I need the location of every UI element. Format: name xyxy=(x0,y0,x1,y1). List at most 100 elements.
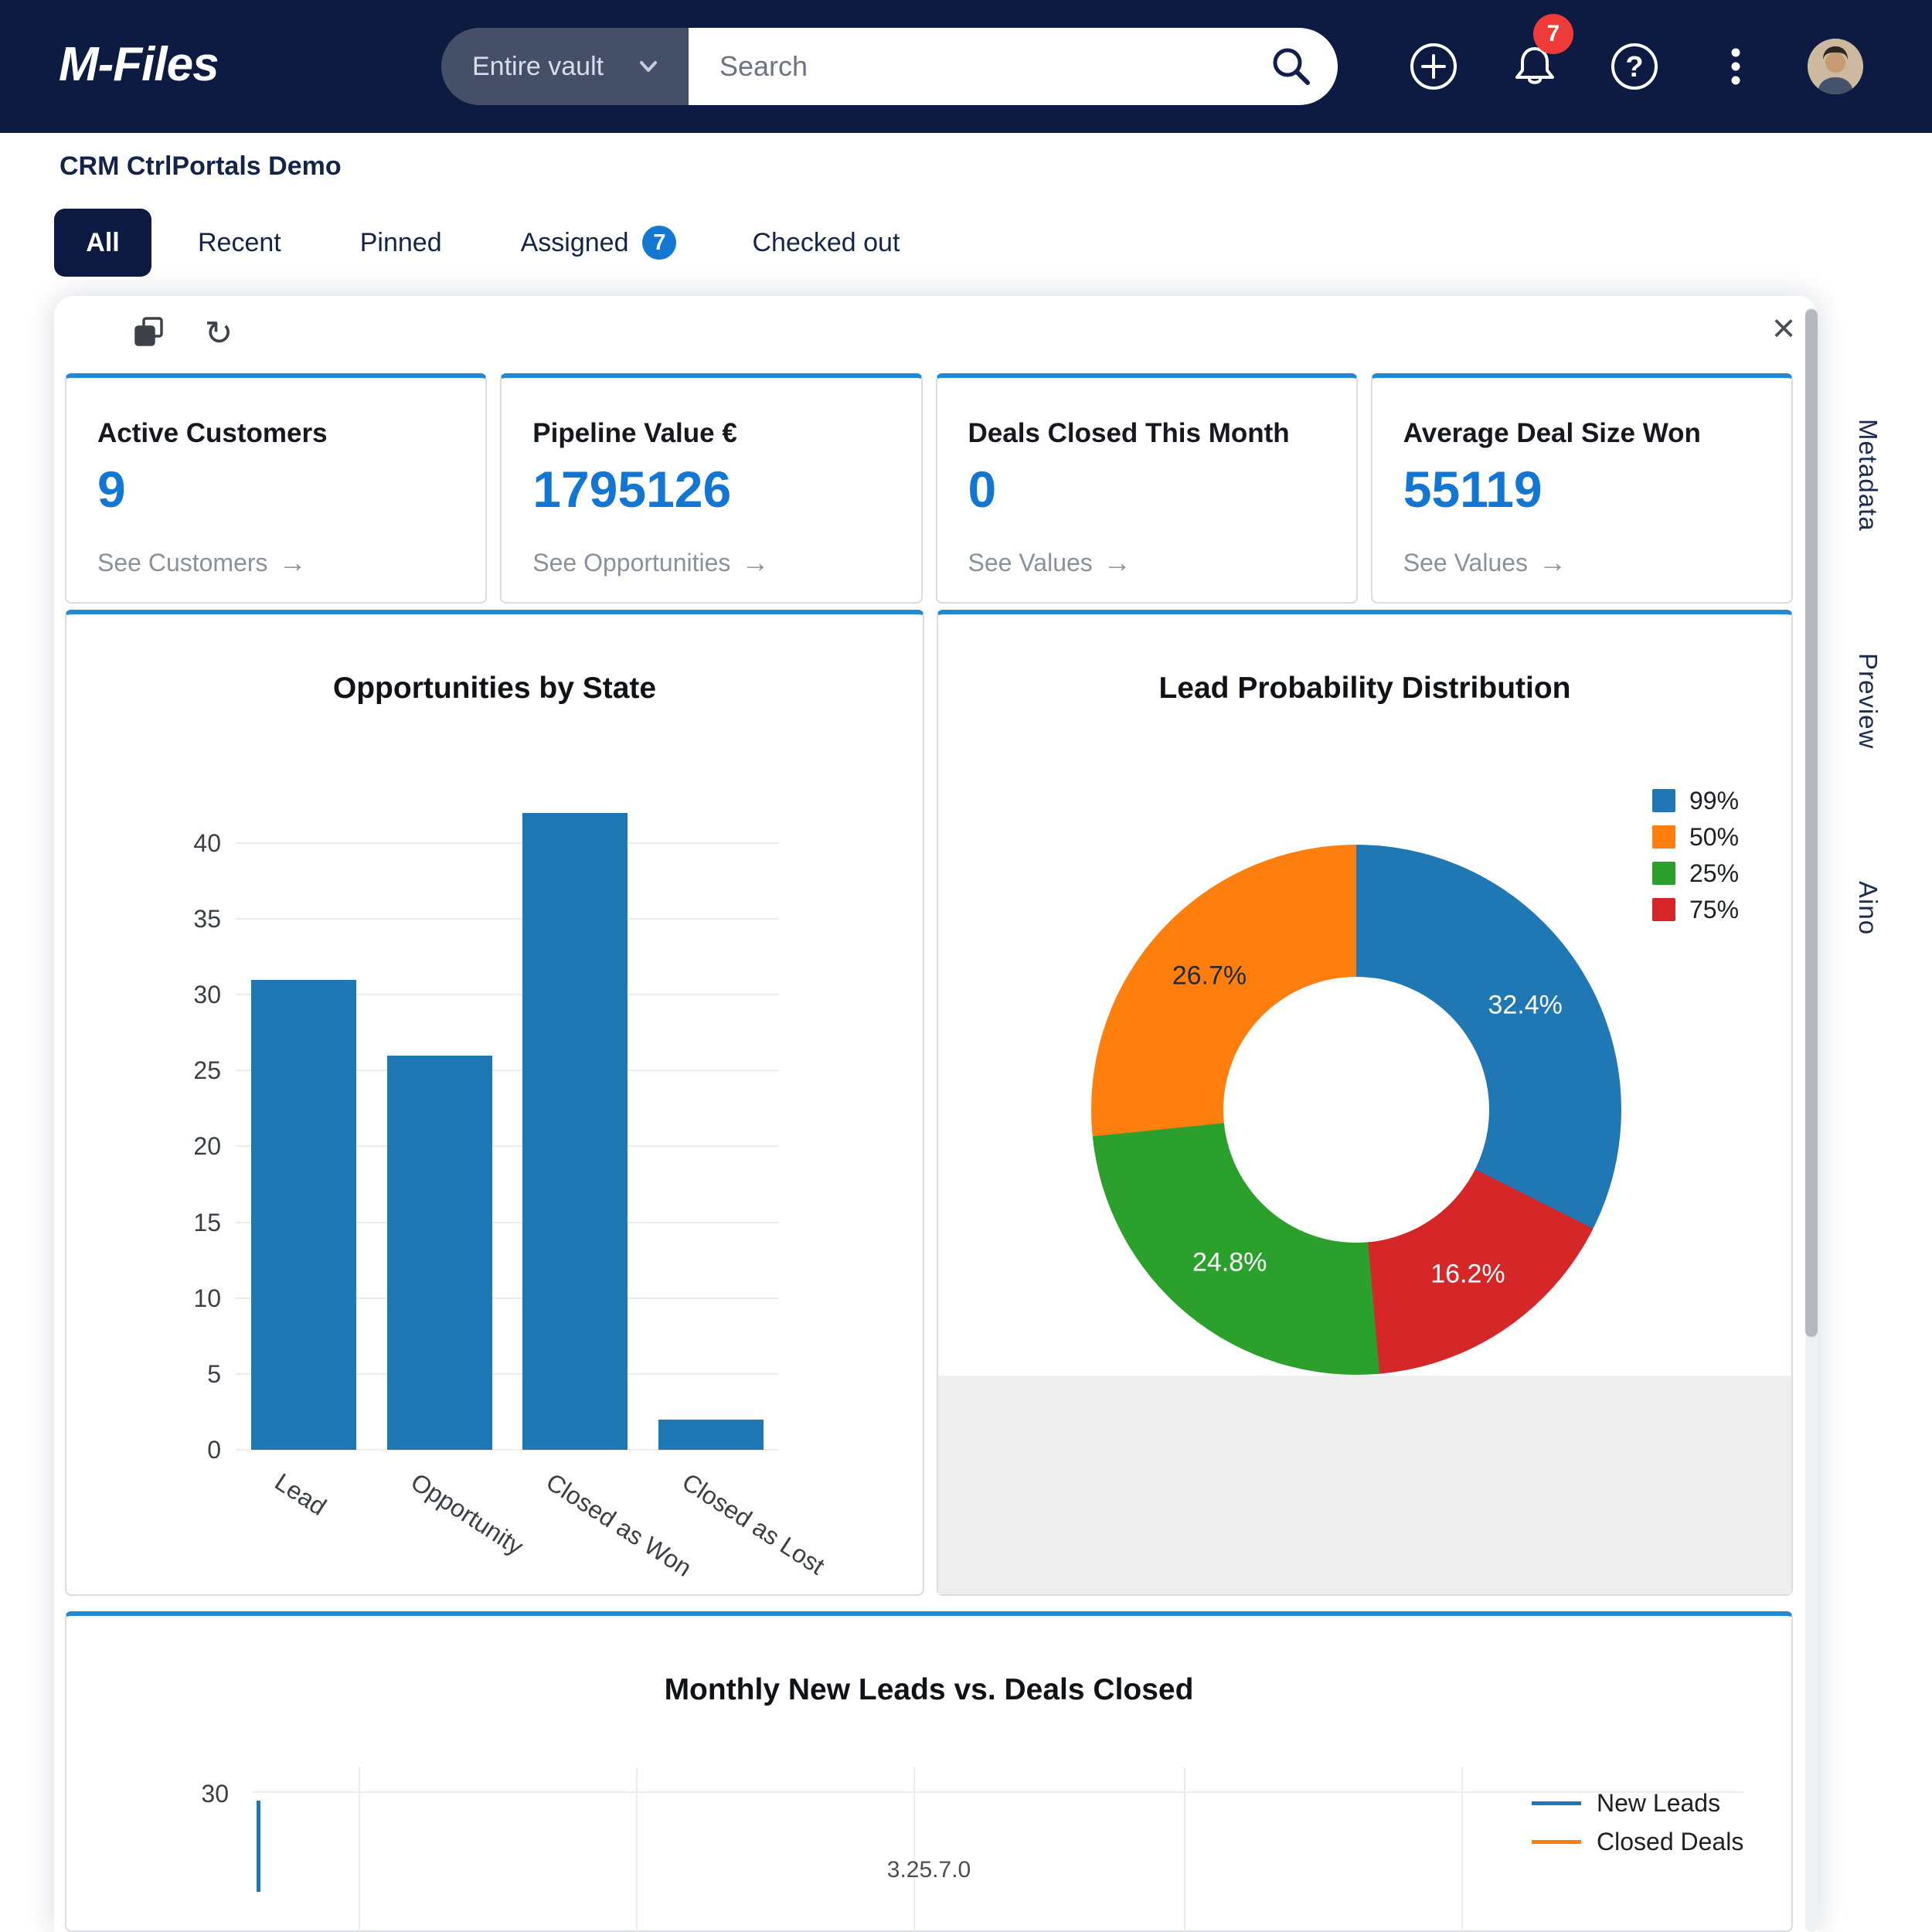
kpi-card-deals-closed: Deals Closed This Month 0 See Values→ xyxy=(936,373,1358,604)
scrollbar-thumb[interactable] xyxy=(1805,309,1818,1337)
search-bar: Entire vault xyxy=(441,28,1338,105)
tab-assigned[interactable]: Assigned 7 xyxy=(521,226,677,260)
x-tick-label: Opportunity xyxy=(405,1468,528,1561)
slice-label-25%: 24.8% xyxy=(1192,1248,1267,1278)
legend-item: 50% xyxy=(1652,822,1739,852)
panel-footer-strip xyxy=(938,1376,1791,1594)
bar-opportunity xyxy=(387,1056,492,1450)
legend-swatch xyxy=(1652,789,1675,812)
tab-label: Checked out xyxy=(752,228,900,258)
v-gridline xyxy=(636,1767,638,1932)
legend-swatch xyxy=(1652,898,1675,921)
y-tick-label: 35 xyxy=(144,903,221,934)
kpi-value: 1795126 xyxy=(532,460,920,519)
slice-label-75%: 16.2% xyxy=(1430,1259,1505,1289)
y-tick-label: 5 xyxy=(144,1359,221,1389)
x-tick-label: Closed as Lost xyxy=(677,1468,830,1580)
popout-button[interactable] xyxy=(130,315,168,353)
legend-line-swatch xyxy=(1532,1840,1581,1844)
v-gridline xyxy=(359,1767,360,1932)
kpi-title: Active Customers xyxy=(97,418,485,449)
svg-text:?: ? xyxy=(1625,51,1643,83)
close-icon: × xyxy=(1772,306,1795,351)
donut-hole xyxy=(1223,977,1489,1243)
dashboard-card: ↻ × Active Customers 9 See Customers→ Pi… xyxy=(54,296,1818,1932)
kpi-link-label: See Opportunities xyxy=(532,549,730,577)
y-tick-label: 10 xyxy=(144,1283,221,1314)
close-dashboard-button[interactable]: × xyxy=(1762,307,1805,350)
legend-label: 75% xyxy=(1689,896,1739,924)
chevron-down-icon xyxy=(634,53,662,80)
create-new-button[interactable] xyxy=(1408,41,1459,92)
refresh-button[interactable]: ↻ xyxy=(199,315,238,353)
kpi-card-active-customers: Active Customers 9 See Customers→ xyxy=(65,373,487,604)
donut: 32.4%16.2%24.8%26.7% xyxy=(1091,845,1621,1375)
kpi-row: Active Customers 9 See Customers→ Pipeli… xyxy=(65,373,1793,604)
legend-item: New Leads xyxy=(1532,1787,1743,1818)
side-tab-metadata[interactable]: Metadata xyxy=(1853,419,1883,532)
tab-label: Assigned xyxy=(521,228,629,258)
side-tab-preview[interactable]: Preview xyxy=(1853,653,1883,749)
kpi-link[interactable]: See Customers → xyxy=(97,546,485,579)
kpi-value: 0 xyxy=(968,460,1356,519)
arrow-right-icon: → xyxy=(741,546,769,579)
h-gridline xyxy=(252,1791,1743,1793)
bar-lead xyxy=(251,980,356,1450)
mfiles-logo: M-Files xyxy=(59,37,219,92)
topbar: M-Files Entire vault 7 ? xyxy=(0,0,1932,133)
kpi-link[interactable]: See Values→ xyxy=(1403,546,1791,579)
kpi-link[interactable]: See Opportunities → xyxy=(532,546,920,579)
kpi-link[interactable]: See Values→ xyxy=(968,546,1356,579)
v-gridline xyxy=(1461,1767,1463,1932)
assigned-count-badge: 7 xyxy=(642,226,676,260)
slice-label-99%: 32.4% xyxy=(1488,991,1563,1021)
donut-legend: 99% 50% 25% 75% xyxy=(1652,786,1739,924)
legend-label: 25% xyxy=(1689,859,1739,888)
bar-closed-as-lost xyxy=(658,1420,764,1450)
legend-item: Closed Deals xyxy=(1532,1826,1743,1857)
kpi-link-label: See Customers xyxy=(97,549,268,577)
x-tick-label: Lead xyxy=(270,1468,332,1522)
kpi-card-average-deal-size: Average Deal Size Won 55119 See Values→ xyxy=(1371,373,1793,604)
line-chart-legend: New Leads Closed Deals xyxy=(1532,1787,1743,1857)
question-icon: ? xyxy=(1609,41,1660,92)
search-input[interactable] xyxy=(689,28,1338,105)
legend-label: Closed Deals xyxy=(1597,1828,1743,1856)
legend-swatch xyxy=(1652,862,1675,885)
y-tick-label: 0 xyxy=(144,1434,221,1465)
tab-label: Pinned xyxy=(360,228,442,258)
arrow-right-icon: → xyxy=(1104,546,1131,579)
side-tab-aino[interactable]: Aino xyxy=(1853,881,1883,935)
plus-circle-icon xyxy=(1408,41,1459,92)
help-button[interactable]: ? xyxy=(1609,41,1660,92)
breadcrumb[interactable]: CRM CtrlPortals Demo xyxy=(60,151,342,182)
bar-chart-title: Opportunities by State xyxy=(66,672,923,706)
scrollbar-track[interactable] xyxy=(1805,308,1818,1932)
search-icon[interactable] xyxy=(1267,42,1316,91)
vault-selector[interactable]: Entire vault xyxy=(441,28,689,105)
more-options-button[interactable] xyxy=(1710,41,1761,92)
h-gridline xyxy=(236,842,779,844)
search-box xyxy=(689,28,1338,105)
y-tick-label: 40 xyxy=(144,828,221,859)
line-chart-panel: Monthly New Leads vs. Deals Closed 30 Ne… xyxy=(65,1611,1793,1932)
version-text: 3.25.7.0 xyxy=(66,1857,1791,1883)
donut-chart-title: Lead Probability Distribution xyxy=(938,672,1791,706)
popout-icon xyxy=(132,315,166,349)
avatar-image xyxy=(1808,39,1863,94)
tab-recent[interactable]: Recent xyxy=(198,228,281,258)
bar-chart-panel: Opportunities by State 0510152025303540 … xyxy=(65,610,924,1596)
refresh-icon: ↻ xyxy=(205,315,233,352)
app: M-Files Entire vault 7 ? xyxy=(0,0,1932,1932)
y-tick-label: 30 xyxy=(144,979,221,1010)
user-avatar[interactable] xyxy=(1808,39,1863,94)
y-tick-label: 30 xyxy=(182,1780,229,1808)
arrow-right-icon: → xyxy=(279,546,307,579)
bar-closed-as-won xyxy=(522,813,628,1450)
view-tabs: All Recent Pinned Assigned 7 Checked out xyxy=(54,207,900,278)
y-tick-label: 15 xyxy=(144,1207,221,1238)
kpi-card-pipeline-value: Pipeline Value € 1795126 See Opportuniti… xyxy=(500,373,922,604)
tab-pinned[interactable]: Pinned xyxy=(360,228,442,258)
tab-all[interactable]: All xyxy=(54,209,151,277)
tab-checked-out[interactable]: Checked out xyxy=(752,228,900,258)
